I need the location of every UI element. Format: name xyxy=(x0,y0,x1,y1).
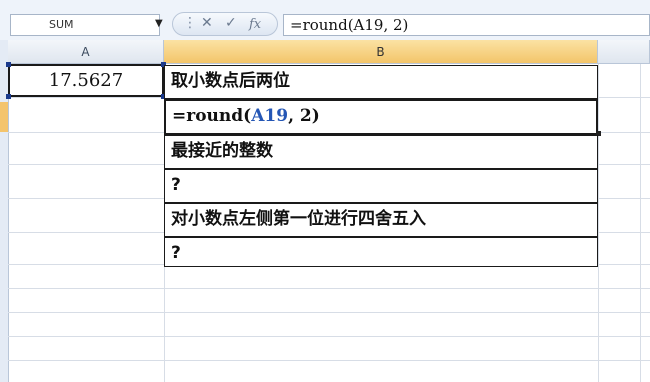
grip-icon: ⋮ xyxy=(183,15,197,31)
formula-buttons: ⋮ ✕ ✓ fx xyxy=(172,12,278,36)
formula-prefix: =round( xyxy=(172,106,252,126)
cell-b1[interactable]: 取小数点后两位 xyxy=(164,65,598,99)
name-box-dropdown-icon[interactable]: ▼ xyxy=(155,18,163,29)
cell-a1[interactable]: 17.5627 xyxy=(8,64,164,97)
row-header-active[interactable] xyxy=(0,102,8,132)
cell-b2[interactable]: =round(A19, 2) xyxy=(164,99,598,135)
cell-reference: A19 xyxy=(251,106,289,126)
cell-b3[interactable]: 最接近的整数 xyxy=(164,135,598,169)
selection-handle[interactable] xyxy=(6,94,11,99)
gridline xyxy=(8,336,650,337)
worksheet-grid[interactable]: A B 17.5627 取小数点后两位 =round(A19, 2) 最接近的整… xyxy=(0,40,650,382)
gridline xyxy=(640,64,641,382)
column-header-a[interactable]: A xyxy=(8,40,164,64)
formula-suffix: , 2) xyxy=(288,106,320,126)
name-box[interactable]: SUM xyxy=(10,14,160,36)
function-icon[interactable]: fx xyxy=(249,17,261,32)
gridline xyxy=(8,360,650,361)
name-box-value: SUM xyxy=(49,18,74,31)
selection-handle[interactable] xyxy=(6,62,11,67)
cell-b5[interactable]: 对小数点左侧第一位进行四舍五入 xyxy=(164,203,598,237)
cancel-icon[interactable]: ✕ xyxy=(201,15,213,31)
gridline xyxy=(598,64,599,382)
formula-text: =round(A19, 2) xyxy=(290,16,409,34)
gridline xyxy=(8,288,650,289)
enter-icon[interactable]: ✓ xyxy=(225,15,237,31)
cell-b4[interactable]: ? xyxy=(164,169,598,203)
cell-b6[interactable]: ? xyxy=(164,237,598,267)
column-header-c[interactable] xyxy=(598,40,650,64)
gridline xyxy=(8,312,650,313)
formula-bar: SUM ▼ ⋮ ✕ ✓ fx =round(A19, 2) xyxy=(0,0,650,41)
column-header-b[interactable]: B xyxy=(164,40,598,64)
formula-input[interactable]: =round(A19, 2) xyxy=(283,14,650,36)
